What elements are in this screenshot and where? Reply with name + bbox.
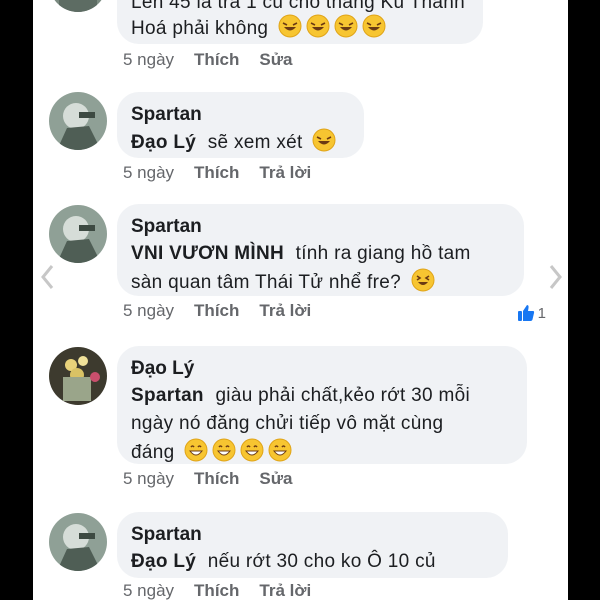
grin-emoji (240, 438, 264, 462)
reply-button[interactable]: Trả lời (259, 163, 311, 183)
comment-text-line-1: Lên 45 là trả 1 củ cho thằng Ku Thanh (131, 0, 465, 13)
rofl-emoji (306, 14, 330, 38)
like-button[interactable]: Thích (194, 469, 239, 489)
avatar[interactable] (49, 0, 107, 12)
comment-text-line-2: sàn quan tâm Thái Tử nhể fre? (131, 272, 401, 293)
avatar[interactable] (49, 513, 107, 571)
rofl-emoji (312, 128, 336, 152)
laughing-emoji (411, 268, 435, 292)
reply-button[interactable]: Trả lời (259, 581, 311, 600)
comment-bubble: Spartan Đạo Lý nếu rớt 30 cho ko Ô 10 củ (117, 512, 508, 578)
like-button[interactable]: Thích (194, 581, 239, 600)
mention-tag[interactable]: Đạo Lý (131, 132, 196, 153)
comment-thread: Lên 45 là trả 1 củ cho thằng Ku Thanh Ho… (33, 0, 568, 600)
comment-bubble: Lên 45 là trả 1 củ cho thằng Ku Thanh Ho… (117, 0, 483, 44)
like-button[interactable]: Thích (194, 50, 239, 70)
comment-text: sẽ xem xét (207, 132, 303, 153)
comment-text: giàu phải chất,kẻo rớt 30 mỗi (215, 385, 471, 406)
comment-actions: 5 ngày Thích Trả lời (123, 163, 311, 183)
comment-author[interactable]: Đạo Lý (131, 356, 511, 382)
comment-bubble: Spartan Đạo Lý sẽ xem xét (117, 92, 364, 158)
comment-author[interactable]: Spartan (131, 102, 348, 128)
comment-bubble: Đạo Lý Spartan giàu phải chất,kẻo rớt 30… (117, 346, 527, 464)
comment-actions: 5 ngày Thích Sửa (123, 50, 293, 70)
like-count-value: 1 (537, 304, 546, 322)
rofl-emoji (362, 14, 386, 38)
comment-text-line-3: đáng (131, 442, 175, 463)
avatar[interactable] (49, 92, 107, 150)
reply-button[interactable]: Trả lời (259, 301, 311, 321)
like-count[interactable]: 1 (516, 303, 546, 323)
comment-actions: 5 ngày Thích Trả lời (123, 301, 311, 321)
rofl-emoji (278, 14, 302, 38)
mention-tag[interactable]: Spartan (131, 385, 204, 406)
chevron-right-icon[interactable] (545, 262, 565, 292)
comment-text-line-2: ngày nó đăng chửi tiếp vô mặt cùng (131, 413, 444, 434)
rofl-emoji (334, 14, 358, 38)
comment-actions: 5 ngày Thích Sửa (123, 469, 293, 489)
comment-time[interactable]: 5 ngày (123, 50, 174, 70)
comment-time[interactable]: 5 ngày (123, 581, 174, 600)
edit-button[interactable]: Sửa (259, 469, 292, 489)
grin-emoji (268, 438, 292, 462)
grin-emoji (184, 438, 208, 462)
comment-time[interactable]: 5 ngày (123, 469, 174, 489)
comment-time[interactable]: 5 ngày (123, 301, 174, 321)
comment-author[interactable]: Spartan (131, 214, 508, 240)
comment-text: nếu rớt 30 cho ko Ô 10 củ (207, 551, 436, 572)
like-button[interactable]: Thích (194, 301, 239, 321)
mention-tag[interactable]: VNI VƯƠN MÌNH (131, 243, 284, 264)
comment-actions: 5 ngày Thích Trả lời (123, 581, 311, 600)
comment-text: tính ra giang hồ tam (295, 243, 471, 264)
thumbs-up-icon (517, 305, 534, 321)
comment-time[interactable]: 5 ngày (123, 163, 174, 183)
avatar[interactable] (49, 347, 107, 405)
comment-author[interactable]: Spartan (131, 522, 492, 548)
like-button[interactable]: Thích (194, 163, 239, 183)
chevron-left-icon[interactable] (38, 262, 58, 292)
mention-tag[interactable]: Đạo Lý (131, 551, 196, 572)
comment-bubble: Spartan VNI VƯƠN MÌNH tính ra giang hồ t… (117, 204, 524, 296)
edit-button[interactable]: Sửa (259, 50, 292, 70)
avatar[interactable] (49, 205, 107, 263)
comment-text-line-2: Hoá phải không (131, 18, 269, 39)
grin-emoji (212, 438, 236, 462)
